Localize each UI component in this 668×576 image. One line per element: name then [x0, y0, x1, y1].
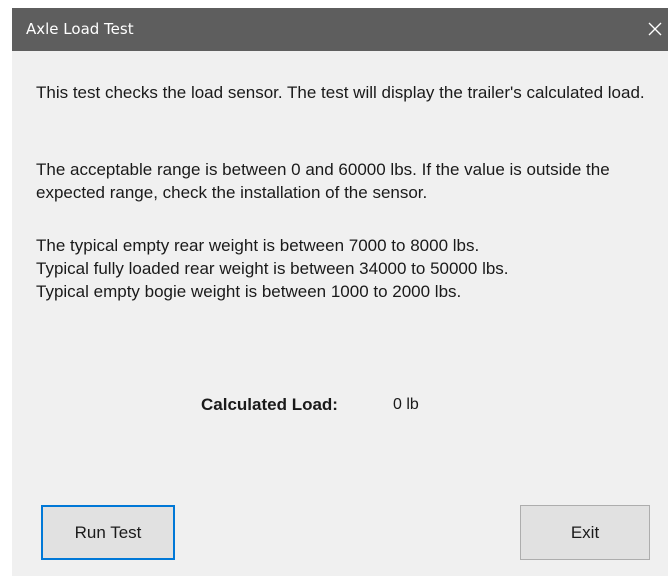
dialog-body: This test checks the load sensor. The te…	[12, 51, 668, 576]
dialog-window: Axle Load Test This test checks the load…	[0, 0, 668, 576]
calculated-load-label: Calculated Load:	[201, 395, 338, 414]
close-icon	[648, 22, 662, 36]
exit-button[interactable]: Exit	[520, 505, 650, 560]
window-title: Axle Load Test	[26, 20, 134, 38]
description-paragraph-2: The acceptable range is between 0 and 60…	[36, 160, 610, 202]
typical-loaded-rear-weight: Typical fully loaded rear weight is betw…	[36, 259, 509, 278]
close-button[interactable]	[644, 8, 668, 51]
title-bar[interactable]: Axle Load Test	[12, 8, 668, 51]
typical-empty-bogie-weight: Typical empty bogie weight is between 10…	[36, 282, 462, 301]
description-paragraph-3: The typical empty rear weight is between…	[36, 234, 656, 303]
calculated-load-value: 0 lb	[393, 396, 419, 413]
description-paragraph-1: This test checks the load sensor. The te…	[36, 83, 645, 102]
typical-empty-rear-weight: The typical empty rear weight is between…	[36, 236, 480, 255]
run-test-button[interactable]: Run Test	[41, 505, 175, 560]
